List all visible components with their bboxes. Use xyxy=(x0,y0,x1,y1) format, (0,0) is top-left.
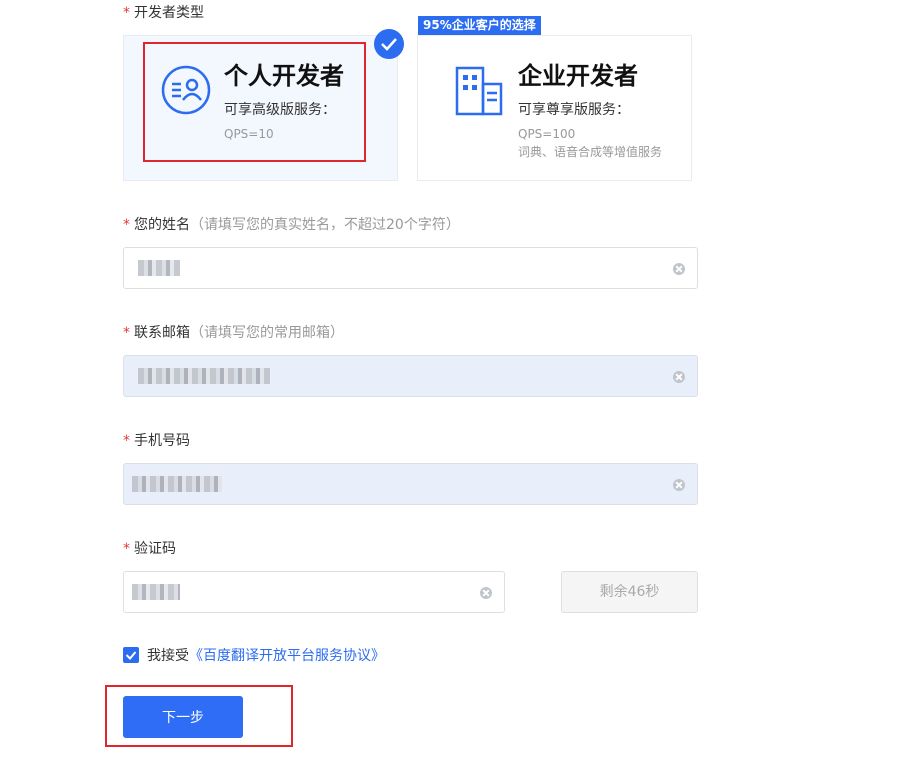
resend-countdown-button: 剩余46秒 xyxy=(561,571,698,613)
name-hint: （请填写您的真实姓名，不超过20个字符） xyxy=(190,217,460,233)
email-hint: （请填写您的常用邮箱） xyxy=(190,325,344,341)
name-label: * 您的姓名（请填写您的真实姓名，不超过20个字符） xyxy=(123,217,460,233)
clear-icon[interactable] xyxy=(673,371,685,383)
required-mark: * xyxy=(123,541,130,557)
redacted-value xyxy=(132,584,180,600)
email-label: * 联系邮箱（请填写您的常用邮箱） xyxy=(123,325,344,341)
name-field[interactable] xyxy=(123,247,698,289)
phone-label: * 手机号码 xyxy=(123,433,190,449)
highlight-box-personal xyxy=(143,42,366,162)
agreement-row: 我接受 《百度翻译开放平台服务协议》 xyxy=(123,646,385,664)
agreement-prefix: 我接受 xyxy=(147,648,189,664)
required-mark: * xyxy=(123,325,130,341)
clear-icon[interactable] xyxy=(673,479,685,491)
building-icon xyxy=(455,66,503,116)
required-mark: * xyxy=(123,5,130,21)
phone-field[interactable] xyxy=(123,463,698,505)
clear-icon[interactable] xyxy=(480,587,492,599)
enterprise-card-qps: QPS=100 xyxy=(518,127,576,141)
required-mark: * xyxy=(123,433,130,449)
agreement-checkbox[interactable] xyxy=(123,647,139,663)
redacted-value xyxy=(138,260,180,276)
developer-type-label: * 开发者类型 xyxy=(123,5,204,21)
promo-tag: 95%企业客户的选择 xyxy=(418,16,541,35)
required-mark: * xyxy=(123,217,130,233)
checkmark-icon xyxy=(125,651,137,660)
enterprise-card-service: 可享尊享版服务： xyxy=(518,102,630,118)
code-label: * 验证码 xyxy=(123,541,176,557)
redacted-value xyxy=(132,476,222,492)
redacted-value xyxy=(138,368,270,384)
clear-icon[interactable] xyxy=(673,263,685,275)
highlight-box-next xyxy=(105,685,293,747)
enterprise-card-extra: 词典、语音合成等增值服务 xyxy=(518,145,663,159)
enterprise-card-title: 企业开发者 xyxy=(518,62,638,90)
email-field[interactable] xyxy=(123,355,698,397)
selected-check-icon xyxy=(374,29,404,59)
agreement-link[interactable]: 《百度翻译开放平台服务协议》 xyxy=(189,645,385,665)
enterprise-developer-card[interactable]: 企业开发者 可享尊享版服务： QPS=100 词典、语音合成等增值服务 xyxy=(417,35,692,181)
code-field[interactable] xyxy=(123,571,505,613)
